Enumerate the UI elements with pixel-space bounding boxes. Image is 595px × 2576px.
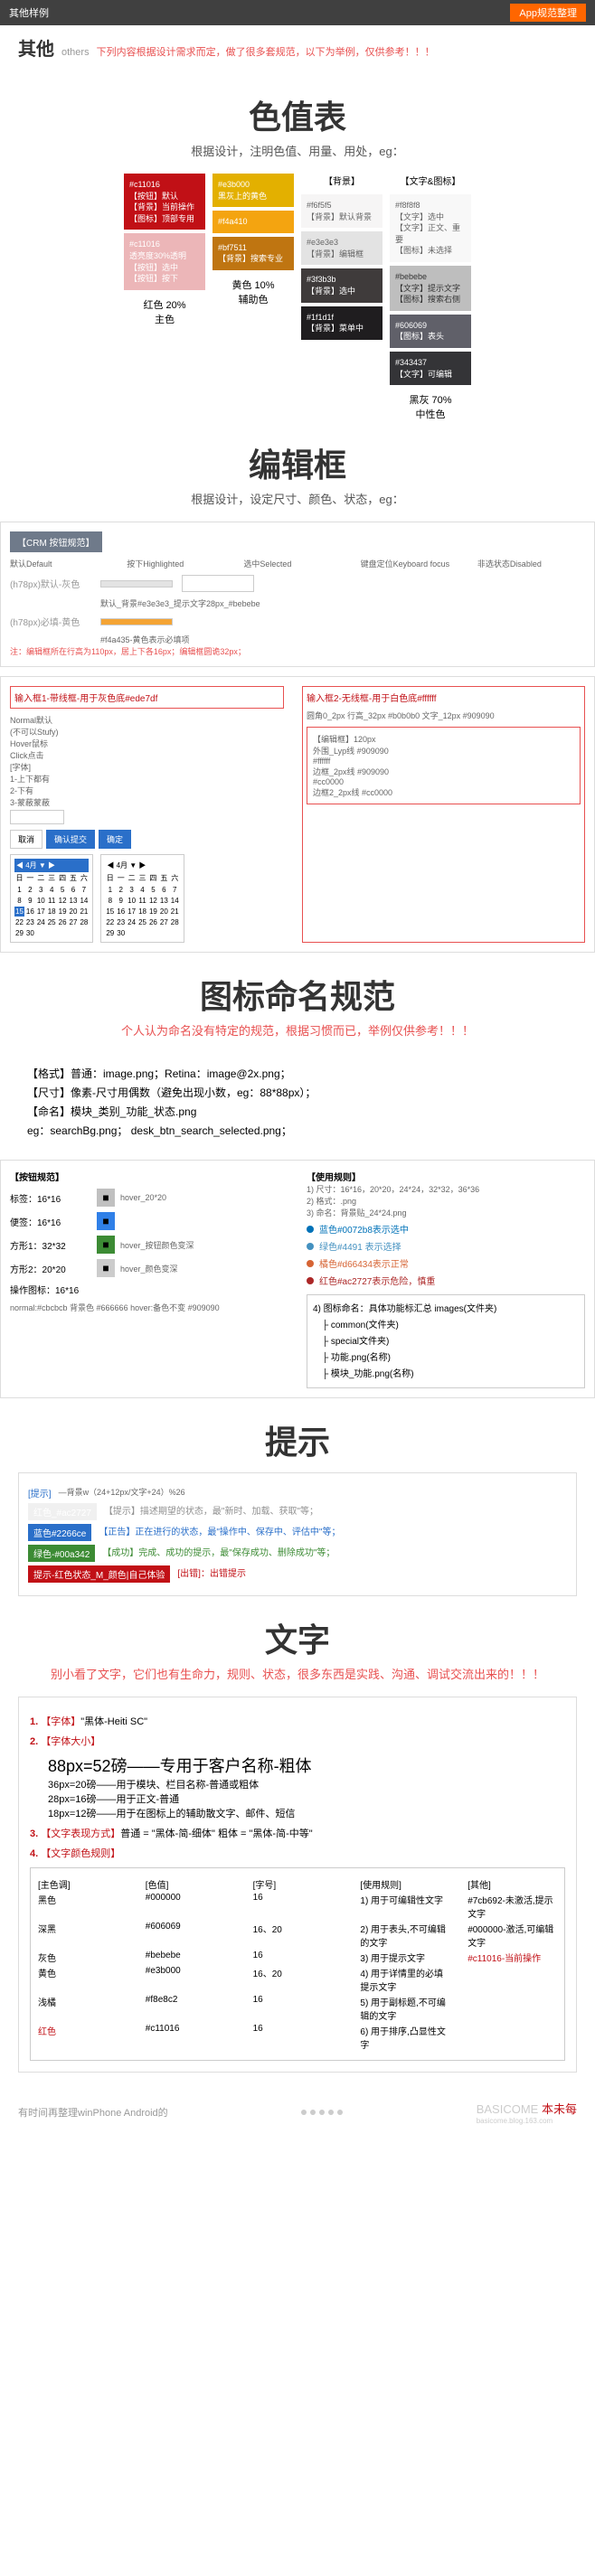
color-swatch: #e3b000 黑灰上的黄色: [212, 174, 294, 207]
mock-input[interactable]: [10, 810, 64, 824]
color-swatch: #c11016 透亮度30%透明 【按钮】选中 【按钮】按下: [124, 233, 205, 289]
color-swatch: #f8f8f8 【文字】选中 【文字】正文、重要 【图标】未选择: [390, 194, 471, 262]
form-right-title: 输入框2-无线框-用于白色底#ffffff: [307, 691, 581, 704]
tip-heading: 提示: [0, 1416, 595, 1463]
intro-title-en: others: [61, 47, 90, 58]
text-heading: 文字: [0, 1614, 595, 1661]
icon-right-header: 【使用规则】: [307, 1170, 585, 1183]
color-swatch: #e3e3e3 【背景】编辑框: [301, 231, 382, 265]
header-left: 其他样例: [9, 5, 49, 20]
intro-note: 下列内容根据设计需求而定，做了很多套规范，以下为举例，仅供参考！！！: [97, 44, 435, 59]
color-swatch: #3f3b3b 【背景】选中: [301, 268, 382, 302]
text-section: 文字 别小看了文字，它们也有生命力，规则、状态，很多东西是实践、沟通、调试交流出…: [0, 1614, 595, 2073]
form-right-note: 圆角0_2px 行高_32px #b0b0b0 文字_12px #909090: [307, 710, 581, 721]
btn-ok[interactable]: 确定: [99, 830, 131, 849]
calendar-1[interactable]: ◀ 4月 ▼ ▶ 日一二三四五六123456789101112131415161…: [10, 854, 93, 943]
header-tag: App规范整理: [510, 4, 586, 22]
icon-heading: 图标命名规范: [0, 971, 595, 1018]
icon-note: 个人认为命名没有特定的规范，根据习惯而已，举例仅供参考！！！: [0, 1021, 595, 1039]
color-swatch: #bf7511 【背景】搜索专业: [212, 237, 294, 270]
crm-label: 【CRM 按钮规范】: [10, 531, 102, 552]
color-swatch: #c11016 【按钮】默认 【背景】当前操作 【图标】顶部专用: [124, 174, 205, 230]
text-intro: 别小看了文字，它们也有生命力，规则、状态，很多东西是实践、沟通、调试交流出来的！…: [0, 1665, 595, 1682]
calendar-2[interactable]: ◀ 4月 ▼ ▶ 日一二三四五六123456789101112131415161…: [100, 854, 184, 943]
editbox-section: 编辑框 根据设计，设定尺寸、颜色、状态，eg： 【CRM 按钮规范】 默认Def…: [0, 439, 595, 953]
page-header: 其他样例 App规范整理: [0, 0, 595, 25]
color-swatch: #f6f5f5 【背景】默认背景: [301, 194, 382, 228]
footer-left: 有时间再整理winPhone Android的: [18, 2105, 168, 2120]
btn-submit[interactable]: 确认提交: [46, 830, 95, 849]
color-heading: 色值表: [0, 91, 595, 138]
color-swatch: #343437 【文字】可编辑: [390, 352, 471, 385]
footer-logo: BASICOME 本未每 basicome.blog.163.com: [477, 2100, 577, 2125]
editbox-heading: 编辑框: [0, 439, 595, 486]
icon-naming-section: 图标命名规范 个人认为命名没有特定的规范，根据习惯而已，举例仅供参考！！！ 【格…: [0, 971, 595, 1398]
btn-cancel[interactable]: 取消: [10, 830, 42, 849]
tree-title: 4) 图标命名：具体功能标汇总 images(文件夹): [313, 1301, 579, 1314]
form-mockup: 输入框1-带线框-用于灰色底#ede7df Normal默认(不可以Stufy)…: [0, 676, 595, 953]
intro-title-cn: 其他: [18, 34, 54, 61]
color-swatch: #f4a410: [212, 211, 294, 233]
form-left-title: 输入框1-带线框-用于灰色底#ede7df: [10, 686, 284, 709]
tip-section: 提示 [提示]—背景w（24+12px/文字+24）%26红色_#ac2727【…: [0, 1416, 595, 1596]
intro-section: 其他 others 下列内容根据设计需求而定，做了很多套规范，以下为举例，仅供参…: [0, 25, 595, 73]
color-swatch: #1f1d1f 【背景】菜单中: [301, 306, 382, 340]
footer: 有时间再整理winPhone Android的 BASICOME 本未每 bas…: [0, 2082, 595, 2143]
footer-dots: [301, 2110, 343, 2115]
color-swatch: #606069 【图标】表头: [390, 315, 471, 348]
color-table-section: 色值表 根据设计，注明色值、用量、用处，eg： #c11016 【按钮】默认 【…: [0, 91, 595, 421]
icon-left-header: 【按钮规范】: [10, 1170, 288, 1183]
editbox-sub: 根据设计，设定尺寸、颜色、状态，eg：: [0, 490, 595, 507]
color-sub: 根据设计，注明色值、用量、用处，eg：: [0, 142, 595, 159]
color-swatch: #bebebe 【文字】提示文字 【图标】搜索右侧: [390, 266, 471, 311]
editbox-warn: 注：编辑框所在行高为110px，居上下各16px；编辑框圆诡32px；: [10, 645, 585, 657]
